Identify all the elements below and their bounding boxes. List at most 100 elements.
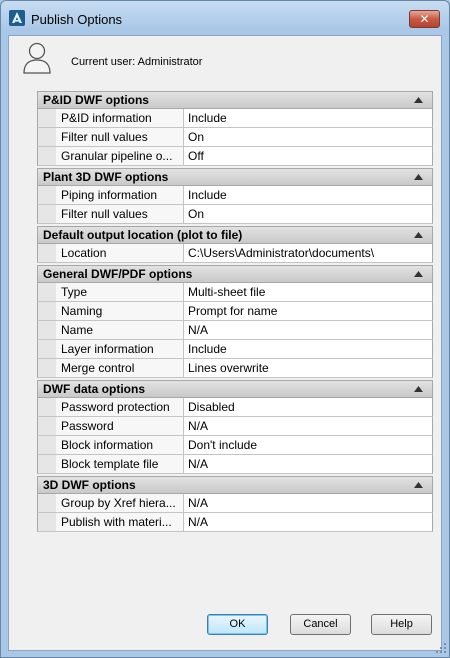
property-row[interactable]: P&ID information Include xyxy=(37,109,433,128)
section-header[interactable]: DWF data options xyxy=(37,380,433,398)
publish-options-dialog: Publish Options ✕ Current user: Administ… xyxy=(0,0,450,658)
property-name: Block template file xyxy=(56,455,184,473)
property-name: Publish with materi... xyxy=(56,513,184,531)
current-user-label: Current user: Administrator xyxy=(71,56,203,68)
section-header[interactable]: P&ID DWF options xyxy=(37,91,433,109)
section-title: Plant 3D DWF options xyxy=(43,170,169,184)
property-name: Name xyxy=(56,321,184,339)
row-gutter xyxy=(38,147,56,165)
property-value[interactable]: N/A xyxy=(185,494,432,512)
property-value[interactable]: Include xyxy=(185,340,432,358)
section-dwf-data-options: DWF data options Password protection Disa… xyxy=(37,380,433,474)
section-title: P&ID DWF options xyxy=(43,93,149,107)
resize-grip-icon[interactable] xyxy=(435,642,447,654)
section-default-output-location: Default output location (plot to file) L… xyxy=(37,226,433,263)
collapse-up-icon[interactable] xyxy=(414,482,423,488)
property-row[interactable]: Publish with materi... N/A xyxy=(37,513,433,532)
property-value[interactable]: On xyxy=(185,205,432,223)
property-row[interactable]: Block template file N/A xyxy=(37,455,433,474)
property-row[interactable]: Naming Prompt for name xyxy=(37,302,433,321)
user-silhouette-icon xyxy=(23,42,51,74)
property-name: Piping information xyxy=(56,186,184,204)
property-row[interactable]: Block information Don't include xyxy=(37,436,433,455)
property-name: Naming xyxy=(56,302,184,320)
property-name: Granular pipeline o... xyxy=(56,147,184,165)
property-value[interactable]: N/A xyxy=(185,513,432,531)
title-bar[interactable]: Publish Options ✕ xyxy=(1,1,449,35)
property-row[interactable]: Name N/A xyxy=(37,321,433,340)
window-title: Publish Options xyxy=(31,12,123,27)
collapse-up-icon[interactable] xyxy=(414,271,423,277)
property-value[interactable]: Lines overwrite xyxy=(185,359,432,377)
cancel-button[interactable]: Cancel xyxy=(290,614,351,635)
property-row[interactable]: Filter null values On xyxy=(37,128,433,147)
property-value[interactable]: N/A xyxy=(185,417,432,435)
property-row[interactable]: Group by Xref hiera... N/A xyxy=(37,494,433,513)
row-gutter xyxy=(38,513,56,531)
row-gutter xyxy=(38,109,56,127)
row-gutter xyxy=(38,244,56,262)
section-title: Default output location (plot to file) xyxy=(43,228,243,242)
row-gutter xyxy=(38,436,56,454)
property-value[interactable]: Include xyxy=(185,109,432,127)
section-title: 3D DWF options xyxy=(43,478,136,492)
property-name: Password protection xyxy=(56,398,184,416)
property-value[interactable]: Multi-sheet file xyxy=(185,283,432,301)
row-gutter xyxy=(38,302,56,320)
row-gutter xyxy=(38,417,56,435)
property-row[interactable]: Type Multi-sheet file xyxy=(37,283,433,302)
property-value[interactable]: N/A xyxy=(185,321,432,339)
collapse-up-icon[interactable] xyxy=(414,97,423,103)
section-header[interactable]: Plant 3D DWF options xyxy=(37,168,433,186)
property-row[interactable]: Password N/A xyxy=(37,417,433,436)
property-value[interactable]: C:\Users\Administrator\documents\ xyxy=(185,244,432,262)
row-gutter xyxy=(38,186,56,204)
property-value[interactable]: Disabled xyxy=(185,398,432,416)
property-row[interactable]: Merge control Lines overwrite xyxy=(37,359,433,378)
property-name: Group by Xref hiera... xyxy=(56,494,184,512)
close-button[interactable]: ✕ xyxy=(409,10,440,28)
ok-button[interactable]: OK xyxy=(207,614,268,635)
row-gutter xyxy=(38,283,56,301)
section-header[interactable]: Default output location (plot to file) xyxy=(37,226,433,244)
section-title: General DWF/PDF options xyxy=(43,267,193,281)
property-row[interactable]: Piping information Include xyxy=(37,186,433,205)
row-gutter xyxy=(38,205,56,223)
section-header[interactable]: 3D DWF options xyxy=(37,476,433,494)
property-value[interactable]: Off xyxy=(185,147,432,165)
property-row[interactable]: Filter null values On xyxy=(37,205,433,224)
section-general-dwf-pdf-options: General DWF/PDF options Type Multi-sheet … xyxy=(37,265,433,378)
dialog-body: Current user: Administrator P&ID DWF opt… xyxy=(8,35,442,651)
close-icon: ✕ xyxy=(419,12,430,26)
row-gutter xyxy=(38,340,56,358)
property-name: Block information xyxy=(56,436,184,454)
property-name: Layer information xyxy=(56,340,184,358)
section-pid-dwf-options: P&ID DWF options P&ID information Include… xyxy=(37,91,433,166)
property-value[interactable]: N/A xyxy=(185,455,432,473)
row-gutter xyxy=(38,321,56,339)
property-name: P&ID information xyxy=(56,109,184,127)
property-row[interactable]: Location C:\Users\Administrator\documents… xyxy=(37,244,433,263)
section-3d-dwf-options: 3D DWF options Group by Xref hiera... N/A… xyxy=(37,476,433,532)
property-value[interactable]: Don't include xyxy=(185,436,432,454)
collapse-up-icon[interactable] xyxy=(414,174,423,180)
collapse-up-icon[interactable] xyxy=(414,232,423,238)
property-row[interactable]: Password protection Disabled xyxy=(37,398,433,417)
property-row[interactable]: Layer information Include xyxy=(37,340,433,359)
property-name: Location xyxy=(56,244,184,262)
section-plant3d-dwf-options: Plant 3D DWF options Piping information I… xyxy=(37,168,433,224)
property-name: Password xyxy=(56,417,184,435)
autocad-logo-icon xyxy=(9,10,25,26)
help-button[interactable]: Help xyxy=(371,614,432,635)
property-value[interactable]: On xyxy=(185,128,432,146)
row-gutter xyxy=(38,455,56,473)
options-property-grid: P&ID DWF options P&ID information Include… xyxy=(37,91,433,534)
property-name: Filter null values xyxy=(56,128,184,146)
property-value[interactable]: Prompt for name xyxy=(185,302,432,320)
collapse-up-icon[interactable] xyxy=(414,386,423,392)
section-header[interactable]: General DWF/PDF options xyxy=(37,265,433,283)
property-value[interactable]: Include xyxy=(185,186,432,204)
property-name: Filter null values xyxy=(56,205,184,223)
property-row[interactable]: Granular pipeline o... Off xyxy=(37,147,433,166)
row-gutter xyxy=(38,359,56,377)
